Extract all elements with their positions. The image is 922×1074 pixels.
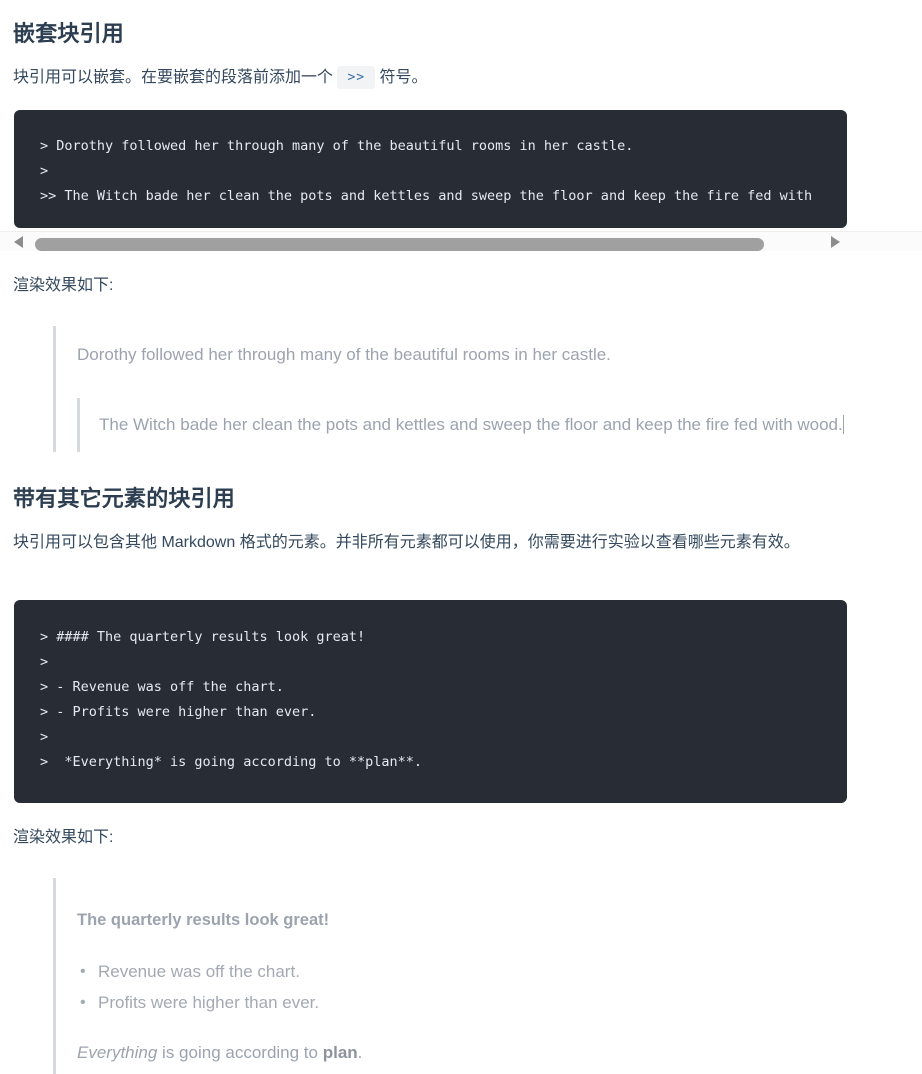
rendered-blockquote-inner: The Witch bade her clean the pots and ke…: [77, 398, 922, 452]
code-block-nested-quote[interactable]: > Dorothy followed her through many of t…: [14, 110, 847, 228]
list-item: Revenue was off the chart.: [80, 956, 922, 987]
scrollbar-track[interactable]: [14, 235, 908, 251]
code-block-nested-quote-text: > Dorothy followed her through many of t…: [40, 138, 813, 204]
scrollbar-thumb[interactable]: [35, 238, 764, 251]
text-cursor-caret: [842, 415, 844, 434]
blockquote-bullet-list: Revenue was off the chart. Profits were …: [77, 930, 922, 1018]
closing-end-text: .: [357, 1043, 363, 1062]
code-block-other-elements-text: > #### The quarterly results look great!…: [40, 629, 423, 770]
render-result-label-1: 渲染效果如下:: [13, 277, 114, 294]
scroll-right-arrow-icon[interactable]: [831, 236, 840, 248]
nested-intro-text-after: 符号。: [375, 69, 428, 86]
horizontal-scrollbar[interactable]: [0, 231, 922, 251]
rendered-blockquote-nested: Dorothy followed her through many of the…: [53, 326, 922, 452]
blockquote-closing-paragraph: Everything is going according to plan.: [77, 1018, 922, 1066]
page-title-nested-blockquote: 嵌套块引用: [13, 21, 125, 46]
list-item: Profits were higher than ever.: [80, 987, 922, 1018]
rendered-blockquote-other: The quarterly results look great! Revenu…: [53, 878, 922, 1074]
nested-intro-text-before: 块引用可以嵌套。在要嵌套的段落前添加一个: [13, 69, 338, 86]
closing-italic-text: Everything: [77, 1043, 158, 1062]
page-title-other-elements: 带有其它元素的块引用: [13, 486, 236, 511]
blockquote-inner-paragraph: The Witch bade her clean the pots and ke…: [99, 398, 922, 452]
code-block-other-elements[interactable]: > #### The quarterly results look great!…: [14, 600, 847, 803]
nested-intro-paragraph: 块引用可以嵌套。在要嵌套的段落前添加一个 >> 符号。: [13, 63, 893, 94]
inline-code-chip: >>: [337, 66, 376, 89]
other-elements-paragraph: 块引用可以包含其他 Markdown 格式的元素。并非所有元素都可以使用，你需要…: [13, 534, 800, 551]
closing-bold-text: plan: [322, 1043, 358, 1062]
blockquote-inner-text: The Witch bade her clean the pots and ke…: [99, 415, 843, 434]
closing-mid-text: is going according to: [157, 1043, 323, 1062]
blockquote-heading: The quarterly results look great!: [77, 911, 330, 929]
blockquote-outer-text: Dorothy followed her through many of the…: [77, 345, 611, 364]
render-result-label-2: 渲染效果如下:: [13, 829, 114, 846]
